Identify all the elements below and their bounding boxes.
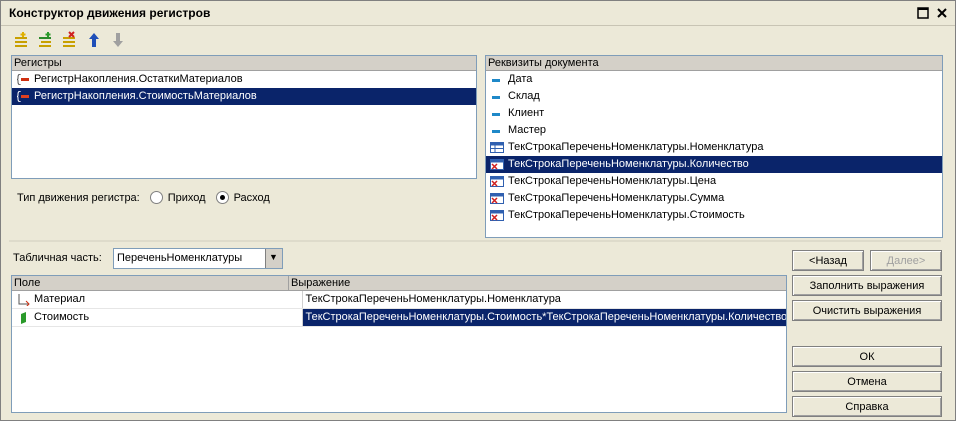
attributes-header: Реквизиты документа [486, 56, 942, 71]
attribute-item[interactable]: ТекСтрокаПереченьНоменклатуры.Сумма [486, 190, 942, 207]
attribute-label: Склад [508, 90, 540, 102]
radio-expense-label: Расход [233, 191, 270, 204]
attribute-item[interactable]: Склад [486, 88, 942, 105]
field-cell[interactable]: Материал [12, 291, 304, 308]
maximize-icon [917, 7, 929, 19]
attribute-item[interactable]: Мастер [486, 122, 942, 139]
attribute-icon [492, 96, 500, 99]
attribute-label: Мастер [508, 124, 547, 136]
ok-button-label: ОК [859, 350, 875, 363]
fields-grid: Поле Выражение Материал ТекСтрокаПеречен… [11, 275, 787, 413]
radio-income[interactable]: Приход [149, 191, 206, 204]
add-child-button[interactable] [37, 31, 55, 49]
attribute-icon [492, 130, 500, 133]
tabular-part-select[interactable]: ПереченьНоменклатуры ▼ [113, 248, 283, 269]
attribute-label: ТекСтрокаПереченьНоменклатуры.Стоимость [508, 209, 745, 221]
dimension-icon [18, 294, 30, 306]
radio-income-label: Приход [167, 191, 206, 204]
expression-cell[interactable]: ТекСтрокаПереченьНоменклатуры.Стоимость*… [303, 309, 786, 326]
table-row[interactable]: Материал ТекСтрокаПереченьНоменклатуры.Н… [12, 291, 786, 309]
attribute-label: Клиент [508, 107, 545, 119]
close-button[interactable] [934, 5, 950, 21]
attribute-item[interactable]: Дата [486, 71, 942, 88]
window-title: Конструктор движения регистров [9, 6, 211, 20]
ok-button[interactable]: ОК [792, 346, 942, 367]
next-button[interactable]: Далее> [870, 250, 942, 271]
attribute-icon [492, 79, 500, 82]
attributes-panel: Реквизиты документа Дата Склад Клиент Ма… [485, 55, 943, 238]
table-attribute-icon [490, 193, 504, 204]
toolbar [13, 31, 127, 51]
attribute-item-selected[interactable]: ТекСтрокаПереченьНоменклатуры.Количество [486, 156, 942, 173]
table-row-selected[interactable]: Стоимость ТекСтрокаПереченьНоменклатуры.… [12, 309, 786, 327]
field-name: Материал [34, 293, 85, 305]
register-item-selected[interactable]: РегистрНакопления.СтоимостьМатериалов [12, 88, 476, 105]
help-button[interactable]: Справка [792, 396, 942, 417]
expression-value: ТекСтрокаПереченьНоменклатуры.Стоимость*… [305, 311, 786, 323]
radio-expense-circle[interactable] [215, 191, 229, 204]
grid-header: Поле Выражение [12, 276, 786, 291]
delete-row-icon [63, 31, 75, 47]
back-button[interactable]: <Назад [792, 250, 864, 271]
attribute-label: ТекСтрокаПереченьНоменклатуры.Количество [508, 158, 749, 170]
register-item-label: РегистрНакопления.ОстаткиМатериалов [34, 73, 243, 85]
register-icon [16, 74, 29, 85]
delete-register-button[interactable] [61, 31, 79, 49]
table-attribute-icon [490, 159, 504, 170]
dropdown-button[interactable]: ▼ [265, 249, 282, 268]
field-cell[interactable]: Стоимость [12, 309, 304, 326]
divider [9, 240, 941, 242]
attribute-item[interactable]: ТекСтрокаПереченьНоменклатуры.Стоимость [486, 207, 942, 224]
attribute-label: ТекСтрокаПереченьНоменклатуры.Цена [508, 175, 717, 187]
arrow-down-icon [113, 33, 123, 47]
help-button-label: Справка [845, 400, 889, 413]
add-child-icon [39, 32, 51, 47]
resource-icon [21, 312, 26, 324]
attribute-label: Дата [508, 73, 533, 85]
attribute-label: ТекСтрокаПереченьНоменклатуры.Сумма [508, 192, 725, 204]
expression-value: ТекСтрокаПереченьНоменклатуры.Номенклату… [305, 293, 561, 305]
movement-type-label: Тип движения регистра: [17, 191, 140, 204]
tabular-part-value: ПереченьНоменклатуры [117, 252, 243, 264]
radio-expense[interactable]: Расход [215, 191, 270, 204]
attribute-item[interactable]: Клиент [486, 105, 942, 122]
add-register-button[interactable] [13, 31, 31, 49]
tabular-part-label: Табличная часть: [13, 252, 102, 264]
field-name: Стоимость [34, 311, 90, 323]
attribute-item[interactable]: ТекСтрокаПереченьНоменклатуры.Номенклату… [486, 139, 942, 156]
table-attribute-icon [490, 176, 504, 187]
movement-type-group: Тип движения регистра: Приход Расход [17, 191, 270, 204]
radio-income-circle[interactable] [149, 191, 163, 204]
registers-header: Регистры [12, 56, 476, 71]
title-bar: Конструктор движения регистров [1, 1, 955, 26]
move-up-button[interactable] [85, 31, 103, 49]
register-icon [16, 91, 29, 102]
cancel-button[interactable]: Отмена [792, 371, 942, 392]
constructor-window: Конструктор движения регистров Регистры … [0, 0, 956, 421]
attribute-label: ТекСтрокаПереченьНоменклатуры.Номенклату… [508, 141, 764, 153]
arrow-up-icon [89, 33, 99, 47]
register-item-label: РегистрНакопления.СтоимостьМатериалов [34, 90, 257, 102]
fill-expressions-button[interactable]: Заполнить выражения [792, 275, 942, 296]
table-attribute-icon [490, 210, 504, 221]
maximize-button[interactable] [915, 5, 931, 21]
chevron-down-icon: ▼ [269, 252, 278, 262]
column-expression[interactable]: Выражение [289, 276, 785, 290]
clear-expressions-label: Очистить выражения [812, 304, 922, 317]
fill-expressions-label: Заполнить выражения [809, 279, 925, 292]
clear-expressions-button[interactable]: Очистить выражения [792, 300, 942, 321]
expression-cell[interactable]: ТекСтрокаПереченьНоменклатуры.Номенклату… [303, 291, 786, 308]
cancel-button-label: Отмена [847, 375, 887, 388]
next-button-label: Далее> [886, 254, 926, 267]
column-field[interactable]: Поле [12, 276, 289, 290]
close-icon [937, 8, 947, 18]
add-row-icon [15, 32, 27, 47]
registers-panel: Регистры РегистрНакопления.ОстаткиМатери… [11, 55, 477, 179]
attribute-icon [492, 113, 500, 116]
back-button-label: <Назад [809, 254, 847, 267]
table-attribute-icon [490, 142, 504, 153]
register-item[interactable]: РегистрНакопления.ОстаткиМатериалов [12, 71, 476, 88]
move-down-button[interactable] [109, 31, 127, 49]
attribute-item[interactable]: ТекСтрокаПереченьНоменклатуры.Цена [486, 173, 942, 190]
